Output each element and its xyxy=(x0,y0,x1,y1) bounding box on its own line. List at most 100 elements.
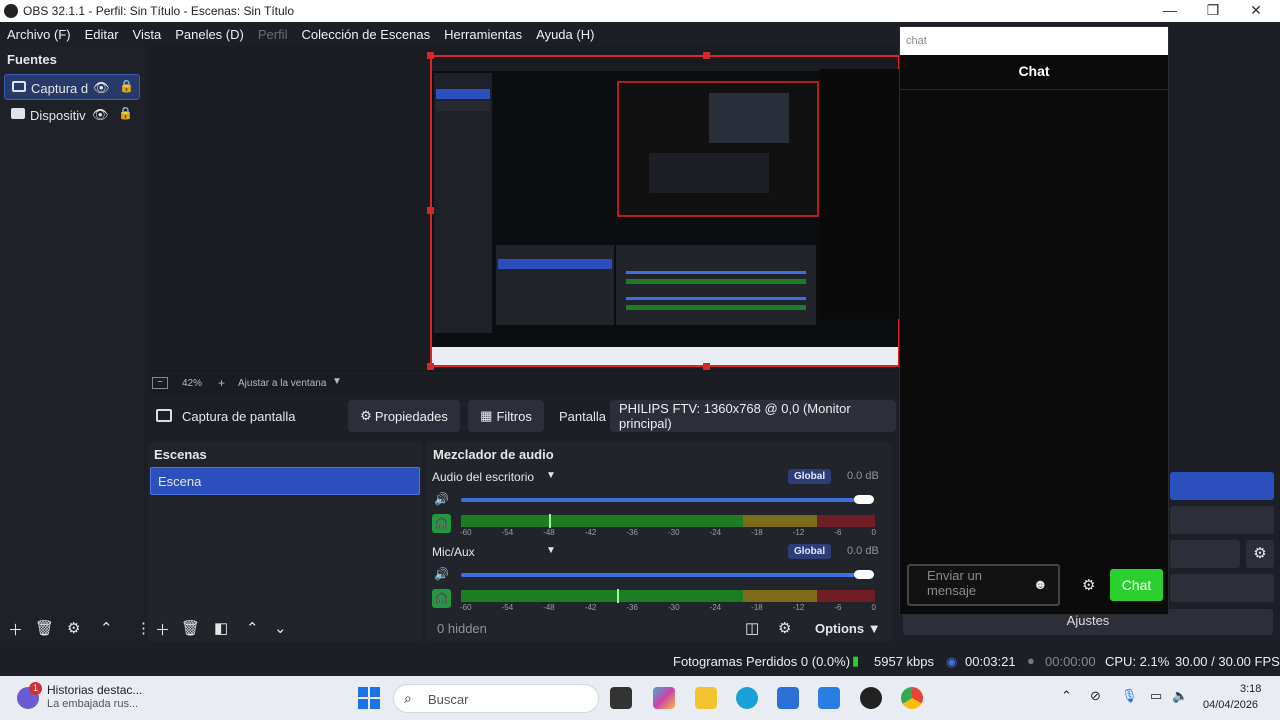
chevron-down-icon[interactable]: ▼ xyxy=(546,545,556,556)
nested-slider xyxy=(626,271,806,274)
add-source-icon[interactable]: ＋ xyxy=(8,619,23,640)
edge-icon[interactable] xyxy=(736,687,758,709)
volume-slider[interactable] xyxy=(461,498,871,502)
resize-handle[interactable] xyxy=(427,52,434,59)
resize-handle[interactable] xyxy=(703,363,710,370)
menu-coleccion-escenas[interactable]: Colección de Escenas xyxy=(301,27,430,42)
lock-icon[interactable]: 🔒 xyxy=(119,79,134,93)
options-button[interactable]: Options ▼ xyxy=(815,621,881,636)
nested-slider xyxy=(626,297,806,300)
monitor-icon xyxy=(156,409,172,422)
resize-handle[interactable] xyxy=(427,363,434,370)
network-icon[interactable]: ⊘ xyxy=(1090,688,1101,704)
volume-knob[interactable] xyxy=(854,495,874,504)
menu-ayuda[interactable]: Ayuda (H) xyxy=(536,27,594,42)
file-explorer-icon[interactable] xyxy=(695,687,717,709)
record-icon: ● xyxy=(1027,653,1035,668)
global-badge: Global xyxy=(788,544,832,559)
chat-message-input[interactable]: Enviar un mensaje ☻ xyxy=(907,564,1060,606)
menu-paneles[interactable]: Paneles (D) xyxy=(175,27,244,42)
menu-herramientas[interactable]: Herramientas xyxy=(444,27,522,42)
virtual-camera-button[interactable] xyxy=(1170,540,1240,568)
clock-time[interactable]: 3:18 xyxy=(1240,683,1261,695)
studio-mode-button[interactable] xyxy=(1170,574,1274,602)
resize-handle[interactable] xyxy=(703,52,710,59)
gear-icon[interactable]: ⚙ xyxy=(1246,540,1274,568)
eye-icon[interactable]: 👁 xyxy=(92,107,109,123)
signal-icon: ▮ xyxy=(852,653,860,668)
close-button[interactable]: ✕ xyxy=(1242,2,1270,19)
preview-canvas[interactable] xyxy=(430,55,900,367)
news-subtitle[interactable]: La embajada rus... xyxy=(47,698,138,710)
hidden-count[interactable]: 0 hidden xyxy=(437,621,487,636)
display-select[interactable]: PHILIPS FTV: 1360x768 @ 0,0 (Monitor pri… xyxy=(610,400,896,432)
options-label: Options xyxy=(815,621,865,636)
scene-filter-icon[interactable]: ◧ xyxy=(214,619,228,637)
delete-source-icon[interactable]: 🗑 xyxy=(35,619,54,637)
peak-marker xyxy=(617,589,619,603)
resize-handle[interactable] xyxy=(427,207,434,214)
windows-start-icon[interactable] xyxy=(358,687,380,709)
gear-icon: ⚙ xyxy=(360,408,372,423)
volume-icon[interactable]: 🔈 xyxy=(1172,688,1188,704)
store-icon[interactable] xyxy=(777,687,799,709)
gear-icon[interactable]: ⚙ xyxy=(1082,576,1095,594)
display-icon[interactable]: ▭ xyxy=(1150,688,1162,704)
move-up-icon[interactable]: ⌃ xyxy=(246,619,259,637)
copilot-icon[interactable] xyxy=(653,687,675,709)
chat-send-button[interactable]: Chat xyxy=(1110,569,1163,601)
menu-editar[interactable]: Editar xyxy=(85,27,119,42)
chat-messages[interactable] xyxy=(900,91,1168,559)
maximize-button[interactable]: ❐ xyxy=(1199,2,1227,19)
volume-knob[interactable] xyxy=(854,570,874,579)
chevron-down-icon[interactable]: ▼ xyxy=(546,470,556,481)
delete-scene-icon[interactable]: 🗑 xyxy=(181,619,200,637)
obs-taskbar-icon[interactable] xyxy=(860,687,882,709)
filters-button[interactable]: ▦ Filtros xyxy=(468,400,544,432)
fit-window-label[interactable]: Ajustar a la ventana xyxy=(238,378,326,389)
db-readout: 0.0 dB xyxy=(847,545,879,557)
speaker-icon[interactable]: 🔊 xyxy=(434,567,449,581)
scene-item[interactable]: Escena xyxy=(150,467,420,495)
news-title[interactable]: Historias destac... xyxy=(47,683,142,697)
scenes-header: Escenas xyxy=(154,447,207,462)
clock-date[interactable]: 04/04/2026 xyxy=(1203,699,1258,711)
source-settings-icon[interactable]: ⚙ xyxy=(67,619,80,637)
menu-vista[interactable]: Vista xyxy=(133,27,162,42)
record-time: 00:00:00 xyxy=(1045,654,1096,669)
headphones-icon[interactable]: 🎧 xyxy=(432,589,451,608)
source-item-dispositivo[interactable]: Dispositiv 👁 🔒 xyxy=(4,102,140,128)
chat-url-bar[interactable]: chat xyxy=(900,27,1168,55)
nested-meter xyxy=(626,305,806,310)
taskbar-search[interactable]: ⌕ Buscar xyxy=(393,684,599,713)
sources-header: Fuentes xyxy=(7,52,57,67)
start-recording-button[interactable] xyxy=(1170,506,1274,534)
source-item-captura[interactable]: Captura d 👁 🔒 xyxy=(4,74,140,100)
speaker-icon[interactable]: 🔊 xyxy=(434,492,449,506)
microphone-icon[interactable]: 🎙 xyxy=(1121,688,1138,704)
minimize-button[interactable]: — xyxy=(1156,2,1184,18)
menu-archivo[interactable]: Archivo (F) xyxy=(7,27,71,42)
headphones-icon[interactable]: 🎧 xyxy=(432,514,451,533)
outlook-icon[interactable] xyxy=(818,687,840,709)
chrome-icon[interactable] xyxy=(901,687,923,709)
volume-slider[interactable] xyxy=(461,573,871,577)
move-down-icon[interactable]: ⌄ xyxy=(274,619,287,637)
task-view-icon[interactable] xyxy=(610,687,632,709)
zoom-out-button[interactable]: − xyxy=(152,377,168,389)
start-stream-button[interactable] xyxy=(1170,472,1274,500)
display-label: Pantalla xyxy=(559,409,606,424)
advanced-audio-icon[interactable]: ⚙ xyxy=(778,619,791,637)
menu-perfil[interactable]: Perfil xyxy=(258,27,288,42)
zoom-in-button[interactable]: + xyxy=(218,376,225,390)
move-up-icon[interactable]: ⌃ xyxy=(100,619,113,637)
vertical-layout-icon[interactable]: ◫ xyxy=(745,619,759,637)
chevron-up-icon[interactable]: ⌃ xyxy=(1061,688,1072,704)
properties-button[interactable]: ⚙ Propiedades xyxy=(348,400,460,432)
level-meter xyxy=(461,590,875,602)
eye-icon[interactable]: 👁 xyxy=(93,80,110,96)
lock-icon[interactable]: 🔒 xyxy=(118,106,133,120)
emoji-icon[interactable]: ☻ xyxy=(1033,576,1048,592)
add-scene-icon[interactable]: ＋ xyxy=(155,619,170,640)
chevron-down-icon[interactable]: ▼ xyxy=(332,376,342,387)
